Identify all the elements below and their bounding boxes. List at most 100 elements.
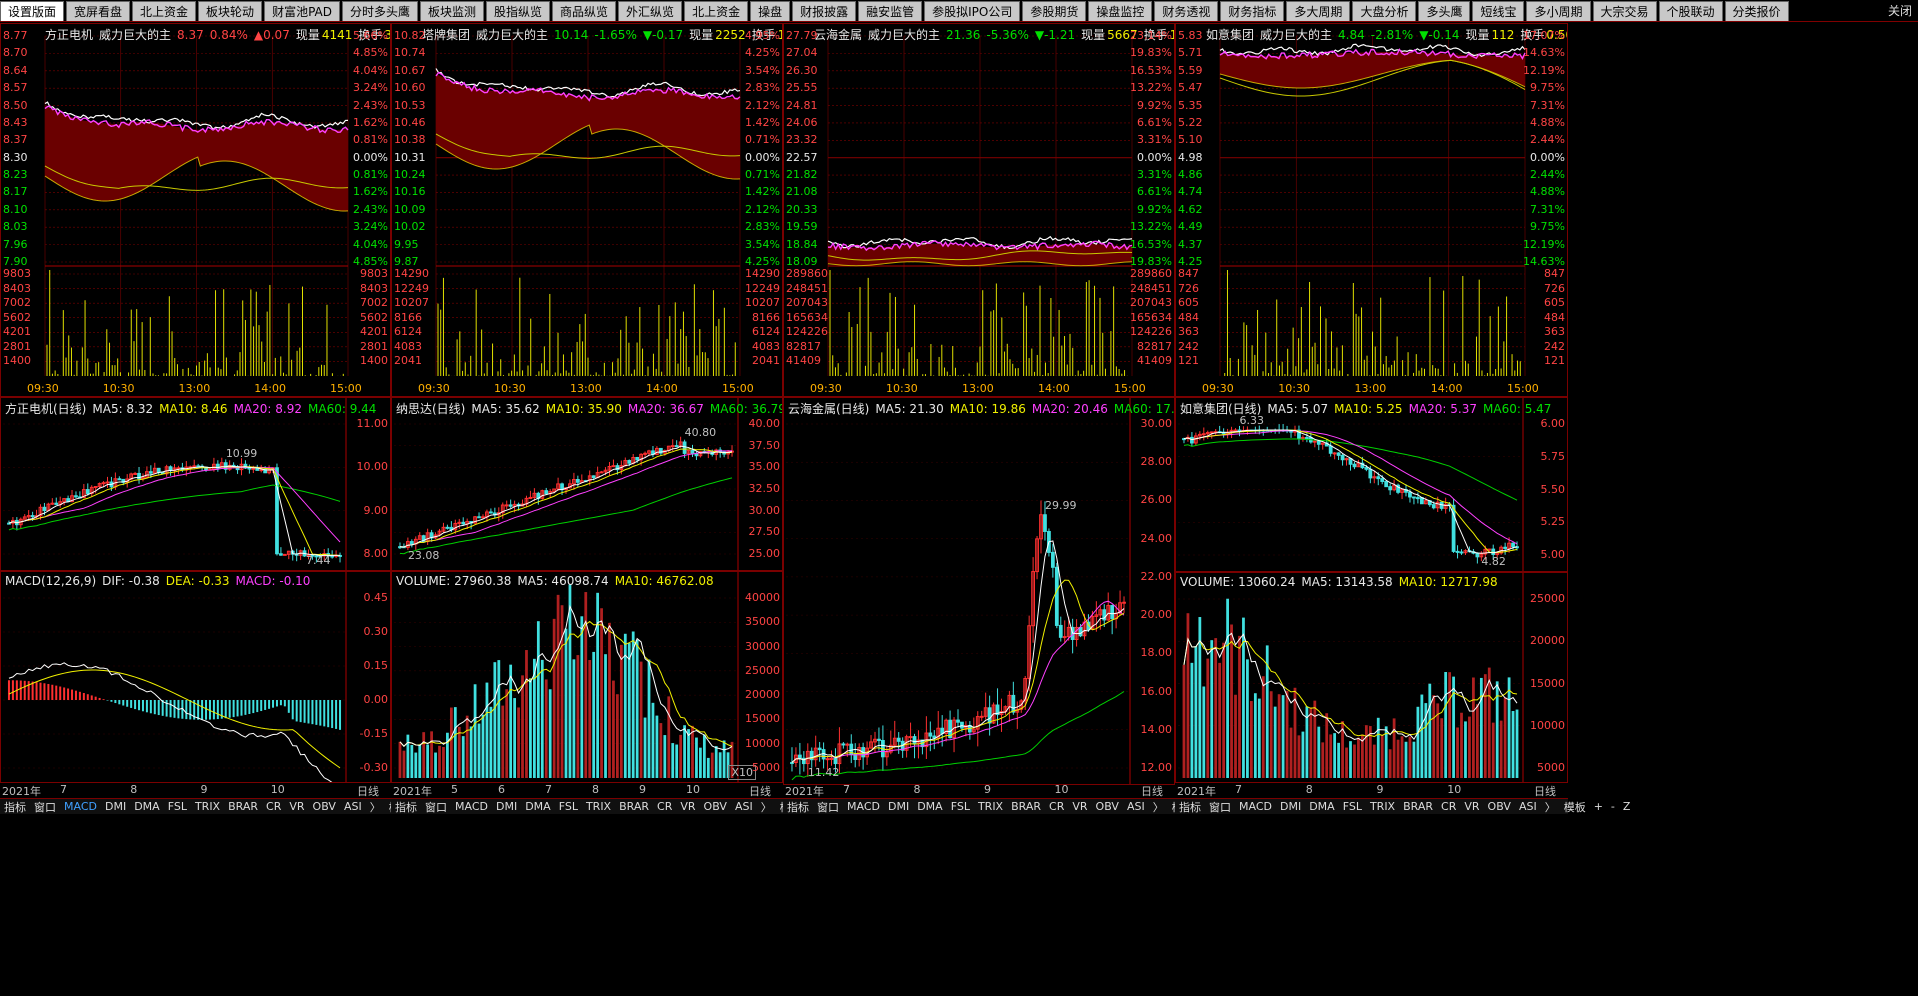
toolbar-item-5[interactable]: FSL (1339, 800, 1366, 813)
toolbar-item-1[interactable]: 窗口 (30, 799, 60, 815)
toolbar-item-0[interactable]: 指标 (783, 799, 813, 815)
toolbar-item-9[interactable]: VR (1068, 800, 1091, 813)
toolbar-item-12[interactable]: 〉 (366, 799, 385, 815)
toolbar-item-9[interactable]: VR (1460, 800, 1483, 813)
toolbar-item-7[interactable]: BRAR (1399, 800, 1437, 813)
toolbar-item-1[interactable]: 窗口 (1205, 799, 1235, 815)
intraday-panel[interactable]: 如意集团威力巨大的主4.84-2.81%▼-0.14现量112换手0.50%5.… (1175, 23, 1568, 397)
toolbar-item-8[interactable]: CR (262, 800, 285, 813)
tab-18[interactable]: 财务指标 (1220, 1, 1285, 21)
tab-0[interactable]: 设置版面 (0, 1, 65, 21)
toolbar-item-7[interactable]: BRAR (615, 800, 653, 813)
toolbar-item-11[interactable]: ASI (340, 800, 366, 813)
toolbar-item-11[interactable]: ASI (1123, 800, 1149, 813)
tab-21[interactable]: 多头鹰 (1418, 1, 1471, 21)
intraday-panel[interactable]: 云海金属威力巨大的主21.36-5.36%▼-1.21现量5667换手15.66… (783, 23, 1175, 397)
toolbar-item-4[interactable]: DMA (521, 800, 555, 813)
intraday-panel[interactable]: 塔牌集团威力巨大的主10.14-1.65%▼-0.17现量2252换手1.62%… (391, 23, 783, 397)
tab-5[interactable]: 分时多头鹰 (341, 1, 418, 21)
toolbar-item-12[interactable]: 〉 (1541, 799, 1560, 815)
tab-2[interactable]: 北上资金 (132, 1, 197, 21)
toolbar-item-6[interactable]: TRIX (191, 800, 224, 813)
daily-kline-panel[interactable]: 云海金属(日线) MA5: 21.30 MA10: 19.86 MA20: 20.46… (783, 397, 1175, 785)
toolbar-item-2[interactable]: MACD (1235, 800, 1276, 813)
tab-25[interactable]: 个股联动 (1658, 1, 1723, 21)
toolbar-item-11[interactable]: ASI (1515, 800, 1541, 813)
toolbar-item-2[interactable]: MACD (451, 800, 492, 813)
tab-10[interactable]: 北上资金 (684, 1, 749, 21)
toolbar-item-15[interactable]: - (1607, 800, 1619, 813)
tab-23[interactable]: 多小周期 (1526, 1, 1591, 21)
toolbar-item-7[interactable]: BRAR (224, 800, 262, 813)
tab-24[interactable]: 大宗交易 (1592, 1, 1657, 21)
tab-8[interactable]: 商品纵览 (552, 1, 617, 21)
toolbar-item-5[interactable]: FSL (947, 800, 974, 813)
toolbar-item-9[interactable]: VR (676, 800, 699, 813)
period-label[interactable]: 日线 (1534, 783, 1556, 799)
tab-15[interactable]: 参股期货 (1022, 1, 1087, 21)
toolbar-item-1[interactable]: 窗口 (813, 799, 843, 815)
toolbar-item-6[interactable]: TRIX (974, 800, 1007, 813)
period-label[interactable]: 日线 (749, 783, 771, 799)
toolbar-item-8[interactable]: CR (653, 800, 676, 813)
close-button[interactable]: 关闭 (1882, 1, 1918, 21)
toolbar-item-11[interactable]: ASI (731, 800, 757, 813)
tab-22[interactable]: 短线宝 (1472, 1, 1525, 21)
tab-11[interactable]: 操盘 (750, 1, 791, 21)
toolbar-item-4[interactable]: DMA (913, 800, 947, 813)
toolbar-item-12[interactable]: 〉 (757, 799, 776, 815)
macd-panel[interactable]: MACD(12,26,9) DIF: -0.38 DEA: -0.33 MACD: -… (0, 571, 391, 783)
toolbar-item-0[interactable]: 指标 (1175, 799, 1205, 815)
tab-20[interactable]: 大盘分析 (1352, 1, 1417, 21)
daily-kline-panel[interactable]: 纳思达(日线) MA5: 35.62 MA10: 35.90 MA20: 36.67 M… (391, 397, 783, 571)
toolbar-item-10[interactable]: OBV (1484, 800, 1515, 813)
daily-kline-panel[interactable]: 如意集团(日线) MA5: 5.07 MA10: 5.25 MA20: 5.37 MA6… (1175, 397, 1568, 572)
toolbar-item-6[interactable]: TRIX (1366, 800, 1399, 813)
tab-12[interactable]: 财报披露 (792, 1, 857, 21)
toolbar-item-4[interactable]: DMA (130, 800, 164, 813)
toolbar-item-5[interactable]: FSL (164, 800, 191, 813)
tab-14[interactable]: 参股拟IPO公司 (924, 1, 1021, 21)
toolbar-item-8[interactable]: CR (1045, 800, 1068, 813)
toolbar-item-2[interactable]: MACD (60, 800, 101, 813)
period-label[interactable]: 日线 (357, 783, 379, 799)
toolbar-item-0[interactable]: 指标 (391, 799, 421, 815)
toolbar-item-8[interactable]: CR (1437, 800, 1460, 813)
volume-panel[interactable]: VOLUME: 13060.24 MA5: 13143.58 MA10: 12717… (1175, 572, 1568, 783)
tab-9[interactable]: 外汇纵览 (618, 1, 683, 21)
toolbar-item-0[interactable]: 指标 (0, 799, 30, 815)
toolbar-item-3[interactable]: DMI (884, 800, 913, 813)
toolbar-item-12[interactable]: 〉 (1149, 799, 1168, 815)
tab-17[interactable]: 财务透视 (1154, 1, 1219, 21)
toolbar-item-16[interactable]: Z (1619, 800, 1635, 813)
tab-16[interactable]: 操盘监控 (1088, 1, 1153, 21)
toolbar-item-14[interactable]: + (1590, 800, 1607, 813)
tab-6[interactable]: 板块监测 (420, 1, 485, 21)
toolbar-item-9[interactable]: VR (285, 800, 308, 813)
toolbar-item-3[interactable]: DMI (492, 800, 521, 813)
toolbar-item-3[interactable]: DMI (1276, 800, 1305, 813)
toolbar-item-7[interactable]: BRAR (1007, 800, 1045, 813)
tab-26[interactable]: 分类报价 (1724, 1, 1789, 21)
toolbar-item-10[interactable]: OBV (700, 800, 731, 813)
volume-bar (1428, 683, 1432, 778)
volume-panel[interactable]: VOLUME: 27960.38 MA5: 46098.74 MA10: 46762… (391, 571, 783, 783)
toolbar-item-5[interactable]: FSL (555, 800, 582, 813)
tab-7[interactable]: 股指纵览 (486, 1, 551, 21)
toolbar-item-2[interactable]: MACD (843, 800, 884, 813)
tab-3[interactable]: 板块轮动 (198, 1, 263, 21)
toolbar-item-3[interactable]: DMI (101, 800, 130, 813)
toolbar-item-4[interactable]: DMA (1305, 800, 1339, 813)
period-label[interactable]: 日线 (1141, 783, 1163, 799)
toolbar-item-10[interactable]: OBV (309, 800, 340, 813)
toolbar-item-1[interactable]: 窗口 (421, 799, 451, 815)
toolbar-item-13[interactable]: 模板 (1560, 799, 1590, 815)
daily-kline-panel[interactable]: 方正电机(日线) MA5: 8.32 MA10: 8.46 MA20: 8.92 MA6… (0, 397, 391, 571)
tab-19[interactable]: 多大周期 (1286, 1, 1351, 21)
intraday-panel[interactable]: 方正电机威力巨大的主8.370.84%▲0.07现量4141换手3.88%8.7… (0, 23, 391, 397)
toolbar-item-6[interactable]: TRIX (582, 800, 615, 813)
tab-1[interactable]: 宽屏看盘 (66, 1, 131, 21)
tab-4[interactable]: 财富池PAD (264, 1, 340, 21)
toolbar-item-10[interactable]: OBV (1092, 800, 1123, 813)
tab-13[interactable]: 融安监管 (858, 1, 923, 21)
